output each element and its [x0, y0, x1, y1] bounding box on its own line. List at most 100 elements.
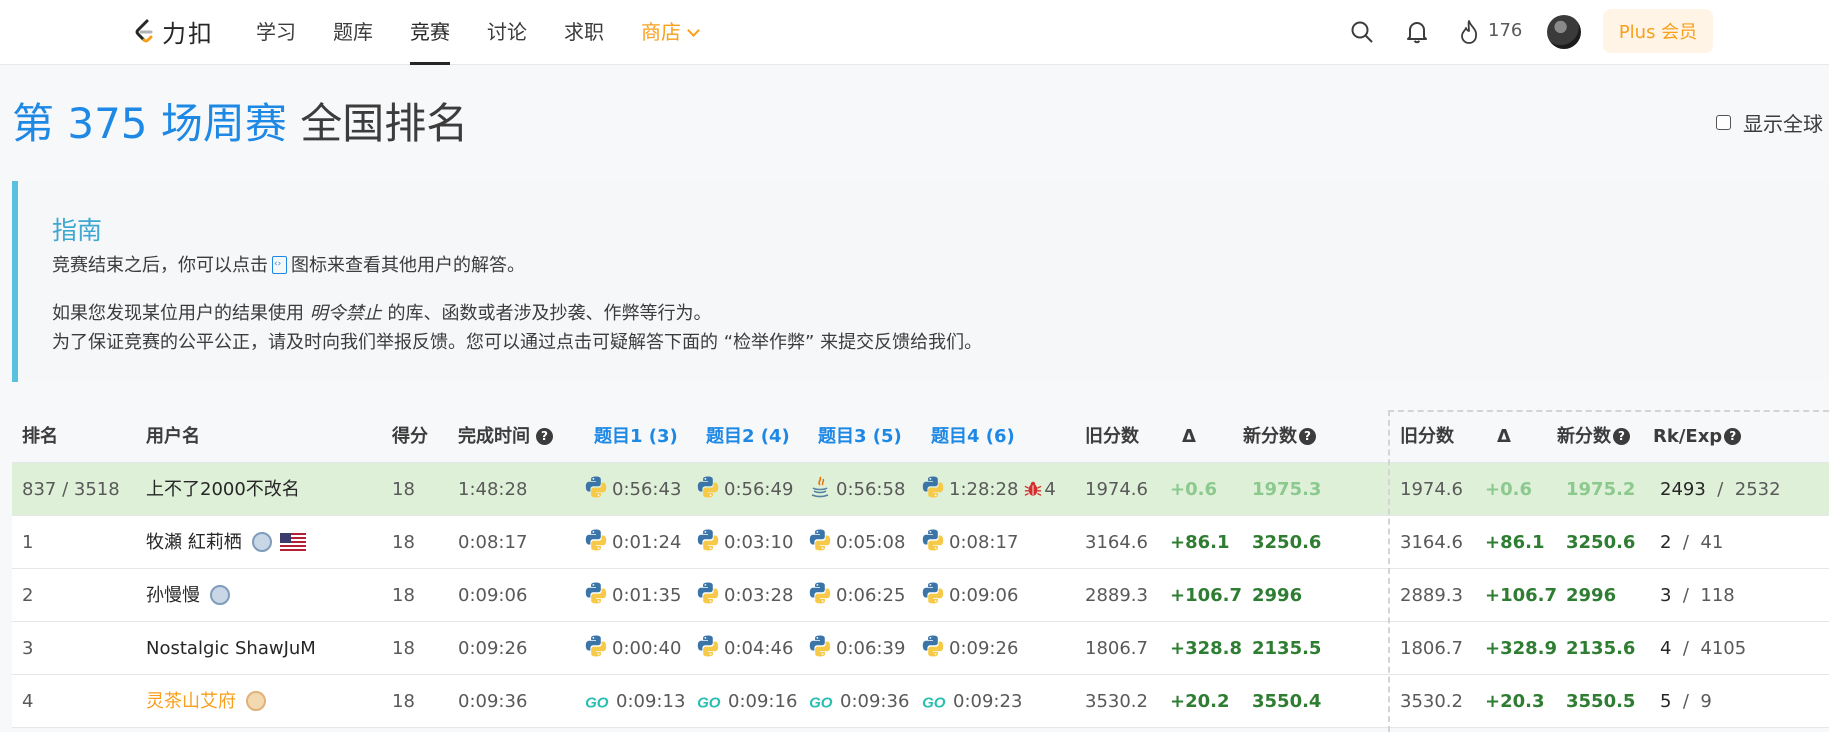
plus-member-button[interactable]: Plus 会员 [1603, 9, 1713, 53]
col-q2-header[interactable]: 题目2 (4) [706, 410, 790, 463]
nav-jobs[interactable]: 求职 [564, 0, 604, 65]
exp-value: 9 [1700, 691, 1712, 712]
go-icon [808, 693, 836, 711]
python-icon [584, 528, 608, 552]
q3-cell[interactable]: 0:06:39 [808, 622, 905, 675]
col-new-rating-2-label: 新分数 [1557, 426, 1611, 447]
username-link[interactable]: 孙慢慢 [146, 569, 230, 622]
col-q3-header[interactable]: 题目3 (5) [818, 410, 902, 463]
q3-cell[interactable]: 0:56:58 [808, 463, 905, 516]
q4-cell[interactable]: 0:09:26 [921, 622, 1018, 675]
python-icon [696, 528, 720, 552]
q4-cell[interactable]: 0:09:23 [921, 675, 1022, 728]
q4-cell[interactable]: 1:28:28 4 [921, 463, 1056, 516]
q2-cell[interactable]: 0:09:16 [696, 675, 797, 728]
delta-2-cell: +0.6 [1485, 479, 1532, 500]
delta-2-cell: +86.1 [1485, 532, 1545, 553]
username-link[interactable]: Nostalgic ShawJuM [146, 622, 316, 675]
q1-cell[interactable]: 0:00:40 [584, 622, 681, 675]
col-rank-header: 排名 [22, 426, 58, 447]
new-rating-2-cell: 3250.6 [1566, 532, 1636, 553]
rk-exp-cell: 2493 / 2532 [1660, 479, 1781, 500]
help-icon[interactable]: ? [536, 428, 553, 445]
python-icon [696, 634, 720, 658]
java-icon [808, 475, 832, 499]
q3-time: 0:06:25 [836, 585, 906, 606]
username-link[interactable]: 灵茶山艾府 [146, 675, 266, 728]
show-global-checkbox[interactable] [1716, 115, 1731, 130]
python-icon [584, 634, 608, 658]
q2-time: 0:04:46 [724, 638, 794, 659]
exp-value: 118 [1700, 585, 1735, 606]
show-global-toggle[interactable]: 显示全球 [1716, 108, 1823, 137]
q2-cell[interactable]: 0:03:28 [696, 569, 793, 622]
top-navbar: 力扣 学习 题库 竞赛 讨论 求职 商店 176 Plus 会员 [0, 0, 1829, 65]
delta-cell: +0.6 [1170, 479, 1217, 500]
guide-panel: 指南 竞赛结束之后，你可以点击 图标来查看其他用户的解答。 如果您发现某位用户的结… [12, 181, 1829, 382]
user-avatar[interactable] [1547, 15, 1581, 49]
guide-line-2-b: 的库、函数或者涉及抄袭、作弊等行为。 [387, 303, 712, 324]
rk-exp-cell: 2 / 41 [1660, 532, 1724, 553]
q2-cell[interactable]: 0:56:49 [696, 463, 793, 516]
nav-store[interactable]: 商店 [641, 0, 700, 65]
contest-name-link[interactable]: 第 375 场周赛 [12, 99, 287, 148]
rk-exp-cell: 4 / 4105 [1660, 638, 1747, 659]
new-rating-cell: 2996 [1252, 585, 1303, 606]
nav-learn[interactable]: 学习 [256, 0, 296, 65]
q3-cell[interactable]: 0:05:08 [808, 516, 905, 569]
new-rating-cell: 2135.5 [1252, 638, 1322, 659]
help-icon[interactable]: ? [1724, 428, 1742, 445]
col-delta-2-header: Δ [1497, 426, 1511, 447]
q4-cell[interactable]: 0:08:17 [921, 516, 1018, 569]
q2-cell[interactable]: 0:04:46 [696, 622, 793, 675]
q2-time: 0:09:16 [728, 691, 798, 712]
q3-cell[interactable]: 0:06:25 [808, 569, 905, 622]
old-rating-2-cell: 3530.2 [1400, 691, 1463, 712]
leetcode-logo[interactable]: 力扣 [130, 14, 214, 48]
nav-contest[interactable]: 竞赛 [410, 0, 450, 65]
rk-value: 4 [1660, 638, 1672, 659]
global-rating-divider [1388, 410, 1390, 732]
q1-time: 0:01:24 [612, 532, 682, 553]
bell-icon[interactable] [1406, 20, 1428, 44]
col-score-header: 得分 [392, 426, 428, 447]
go-icon [696, 693, 724, 711]
new-rating-cell: 3250.6 [1252, 532, 1322, 553]
username-link[interactable]: 上不了2000不改名 [146, 463, 300, 516]
rk-value: 2 [1660, 532, 1672, 553]
help-icon[interactable]: ? [1299, 428, 1316, 445]
table-row: 4 灵茶山艾府 18 0:09:36 0:09:13 0:09:16 0:09:… [12, 675, 1829, 728]
finish-time-cell: 0:08:17 [458, 532, 528, 553]
nav-discuss[interactable]: 讨论 [487, 0, 527, 65]
python-icon [921, 528, 945, 552]
q1-cell[interactable]: 0:01:24 [584, 516, 681, 569]
score-cell: 18 [392, 691, 415, 712]
username-link[interactable]: 牧瀬 紅莉栖 [146, 516, 306, 569]
q1-cell[interactable]: 0:56:43 [584, 463, 681, 516]
guardian-badge-icon [210, 585, 230, 605]
go-icon [584, 693, 612, 711]
table-row: 3 Nostalgic ShawJuM 18 0:09:26 0:00:40 0… [12, 622, 1829, 675]
help-icon[interactable]: ? [1613, 428, 1630, 445]
q4-time: 1:28:28 [949, 479, 1019, 500]
col-q4-header[interactable]: 题目4 (6) [931, 410, 1015, 463]
code-file-icon [272, 256, 287, 274]
finish-time-cell: 0:09:26 [458, 638, 528, 659]
score-cell: 18 [392, 585, 415, 606]
flame-icon[interactable] [1459, 19, 1479, 45]
global-rating-divider-top [1388, 410, 1829, 412]
leetcode-logo-icon [135, 19, 153, 43]
nav-problemset[interactable]: 题库 [333, 0, 373, 65]
python-icon [921, 581, 945, 605]
search-icon[interactable] [1350, 20, 1374, 44]
q2-cell[interactable]: 0:03:10 [696, 516, 793, 569]
q4-cell[interactable]: 0:09:06 [921, 569, 1018, 622]
q1-cell[interactable]: 0:09:13 [584, 675, 685, 728]
q1-cell[interactable]: 0:01:35 [584, 569, 681, 622]
q3-time: 0:56:58 [836, 479, 906, 500]
q4-time: 0:09:06 [949, 585, 1019, 606]
q1-time: 0:01:35 [612, 585, 682, 606]
rank-cell: 3 [22, 638, 34, 659]
col-q1-header[interactable]: 题目1 (3) [594, 410, 678, 463]
q3-cell[interactable]: 0:09:36 [808, 675, 909, 728]
